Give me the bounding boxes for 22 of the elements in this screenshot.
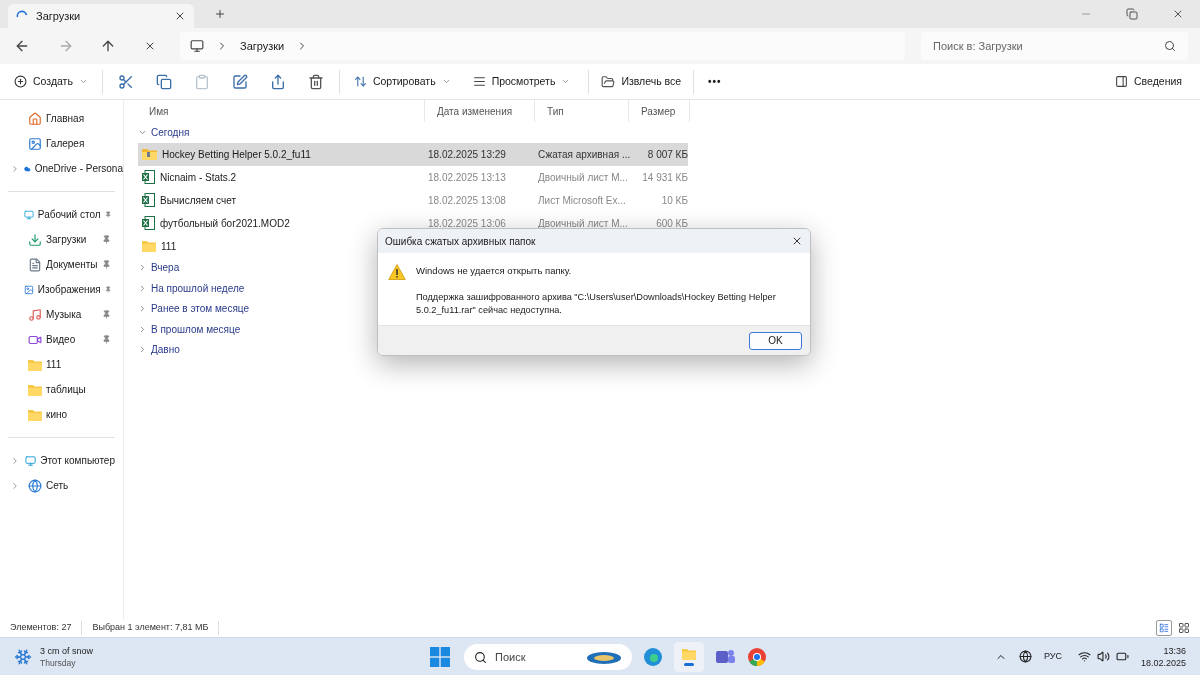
file-name: футбольный бог2021.MOD2 (160, 216, 290, 231)
selection-info: Выбран 1 элемент: 7,81 МБ (82, 621, 220, 635)
type-cell: Двоичный лист M... (538, 171, 628, 183)
date-cell: 18.02.2025 13:29 (428, 148, 506, 160)
type-cell: Сжатая архивная ... (538, 148, 631, 160)
type-cell: Двоичный лист M... (538, 217, 628, 229)
date-cell: 18.02.2025 13:13 (428, 171, 506, 183)
type-cell: Лист Microsoft Ex... (538, 194, 626, 206)
size-cell: 600 КБ (656, 217, 688, 229)
dialog-heading: Windows не удается открыть папку. (416, 264, 573, 278)
file-name: Hockey Betting Helper 5.0.2_fu11 (162, 147, 311, 162)
size-cell: 10 КБ (661, 194, 688, 206)
dialog-title: Ошибка сжатых архивных папок (385, 234, 537, 249)
date-cell: 18.02.2025 13:08 (428, 194, 506, 206)
size-cell: 8 007 КБ (647, 148, 688, 160)
file-name: Nicnaim - Stats.2 (160, 170, 237, 185)
size-cell: 14 931 КБ (642, 171, 688, 183)
date-cell: 18.02.2025 13:06 (428, 217, 506, 229)
file-name: 111 (161, 239, 177, 254)
dialog-message: Поддержка зашифрованного архива "C:\Users\user\Downloads\Hockey Betting Helper 5.0.2_fu11.rar" сейчас недоступна. (416, 291, 777, 318)
file-name: Вычисляем счет (160, 193, 237, 208)
item-count: Элементов: 27 (10, 621, 83, 635)
